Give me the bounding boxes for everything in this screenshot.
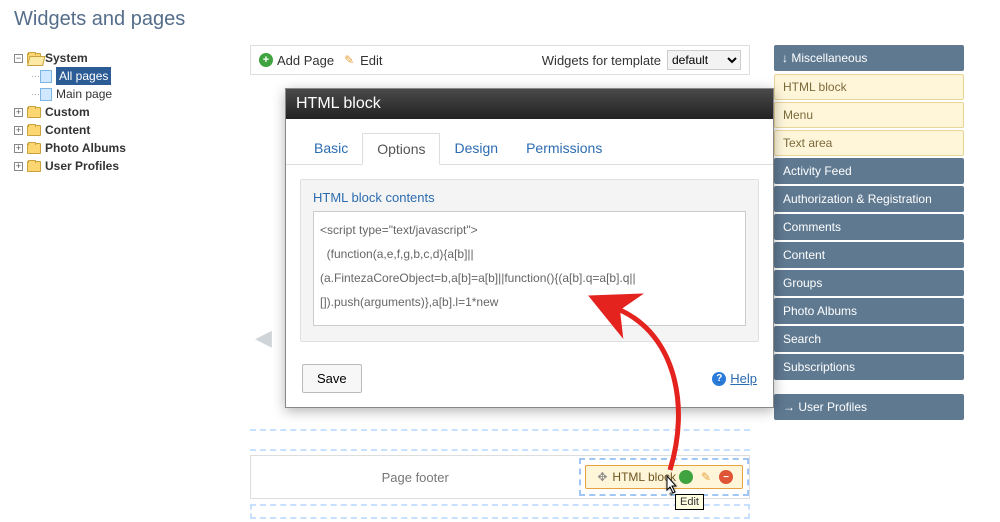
folder-icon	[27, 107, 41, 118]
tab-options[interactable]: Options	[362, 133, 440, 165]
tree-label: All pages	[56, 67, 111, 85]
folder-open-icon	[27, 53, 41, 64]
tree-label: Content	[45, 121, 90, 139]
add-page-button[interactable]: + Add Page	[259, 53, 334, 68]
help-link[interactable]: ? Help	[712, 371, 757, 386]
tree-sidebar: − System ⋯ All pages ⋯ Main page + Custo…	[0, 45, 250, 519]
help-icon: ?	[712, 372, 726, 386]
tree-label: Photo Albums	[45, 139, 126, 157]
tree-branch-icon: ⋯	[31, 85, 39, 103]
collapse-icon[interactable]: −	[14, 54, 23, 63]
page-footer-row: Page footer ✥ HTML block ✎ −	[250, 455, 750, 499]
tree-branch-icon: ⋯	[31, 67, 39, 85]
category-item-groups[interactable]: Groups	[774, 270, 964, 296]
edit-widget-icon[interactable]: ✎	[699, 470, 713, 484]
folder-icon	[27, 161, 41, 172]
page-title: Widgets and pages	[0, 0, 1000, 45]
collapse-pointer-icon[interactable]: ◀	[255, 325, 272, 351]
category-header-misc[interactable]: ↓ Miscellaneous	[774, 45, 964, 71]
category-item-authorization[interactable]: Authorization & Registration	[774, 186, 964, 212]
page-footer-label: Page footer	[251, 470, 579, 485]
html-contents-textarea[interactable]	[313, 211, 746, 326]
tree-label: User Profiles	[45, 157, 119, 175]
add-page-label: Add Page	[277, 53, 334, 68]
category-item-subscriptions[interactable]: Subscriptions	[774, 354, 964, 380]
folder-icon	[27, 125, 41, 136]
category-item-text-area[interactable]: Text area	[774, 130, 964, 156]
modal-title: HTML block	[286, 89, 773, 119]
expand-icon[interactable]: +	[14, 144, 23, 153]
expand-icon[interactable]: +	[14, 162, 23, 171]
tree-item-custom[interactable]: + Custom	[14, 103, 250, 121]
widget-drop-zone[interactable]: ✥ HTML block ✎ −	[579, 458, 749, 496]
modal-tabs: Basic Options Design Permissions	[286, 119, 773, 165]
tree-label: Main page	[56, 85, 112, 103]
category-item-search[interactable]: Search	[774, 326, 964, 352]
category-item-comments[interactable]: Comments	[774, 214, 964, 240]
chip-label: HTML block	[612, 470, 676, 484]
plus-icon: +	[259, 53, 273, 67]
folder-icon	[27, 143, 41, 154]
tree-item-all-pages[interactable]: ⋯ All pages	[14, 67, 250, 85]
tree-item-content[interactable]: + Content	[14, 121, 250, 139]
expand-icon[interactable]: +	[14, 108, 23, 117]
tree-item-photo-albums[interactable]: + Photo Albums	[14, 139, 250, 157]
category-item-activity-feed[interactable]: Activity Feed	[774, 158, 964, 184]
category-item-photo-albums[interactable]: Photo Albums	[774, 298, 964, 324]
tab-permissions[interactable]: Permissions	[512, 133, 616, 164]
widgets-for-template-label: Widgets for template	[542, 53, 661, 68]
html-block-modal: HTML block Basic Options Design Permissi…	[285, 88, 774, 408]
save-button[interactable]: Save	[302, 364, 362, 393]
page-icon	[40, 88, 52, 101]
edit-label: Edit	[360, 53, 382, 68]
field-label-contents: HTML block contents	[313, 190, 746, 205]
template-select[interactable]: default	[667, 50, 741, 70]
expand-icon[interactable]: +	[14, 126, 23, 135]
tab-design[interactable]: Design	[440, 133, 512, 164]
toolbar: + Add Page ✎ Edit Widgets for template d…	[250, 45, 750, 75]
page-icon	[40, 70, 52, 83]
tree-item-system[interactable]: − System	[14, 49, 250, 67]
html-block-widget-chip[interactable]: ✥ HTML block ✎ −	[585, 465, 743, 489]
category-item-html-block[interactable]: HTML block	[774, 74, 964, 100]
tree-item-main-page[interactable]: ⋯ Main page	[14, 85, 250, 103]
category-item-content[interactable]: Content	[774, 242, 964, 268]
tree-label: Custom	[45, 103, 90, 121]
widget-categories: ↓ Miscellaneous HTML block Menu Text are…	[774, 45, 964, 519]
tooltip-edit: Edit	[675, 494, 704, 510]
tree-item-user-profiles[interactable]: + User Profiles	[14, 157, 250, 175]
drop-zone[interactable]	[250, 429, 750, 451]
help-label: Help	[730, 371, 757, 386]
move-icon[interactable]: ✥	[595, 470, 609, 484]
remove-widget-icon[interactable]: −	[719, 470, 733, 484]
tab-basic[interactable]: Basic	[300, 133, 362, 164]
tree-label: System	[45, 49, 88, 67]
category-item-user-profiles[interactable]: → User Profiles	[774, 394, 964, 420]
pencil-icon: ✎	[342, 53, 356, 67]
edit-button[interactable]: ✎ Edit	[342, 53, 382, 68]
check-icon	[679, 470, 693, 484]
category-item-menu[interactable]: Menu	[774, 102, 964, 128]
